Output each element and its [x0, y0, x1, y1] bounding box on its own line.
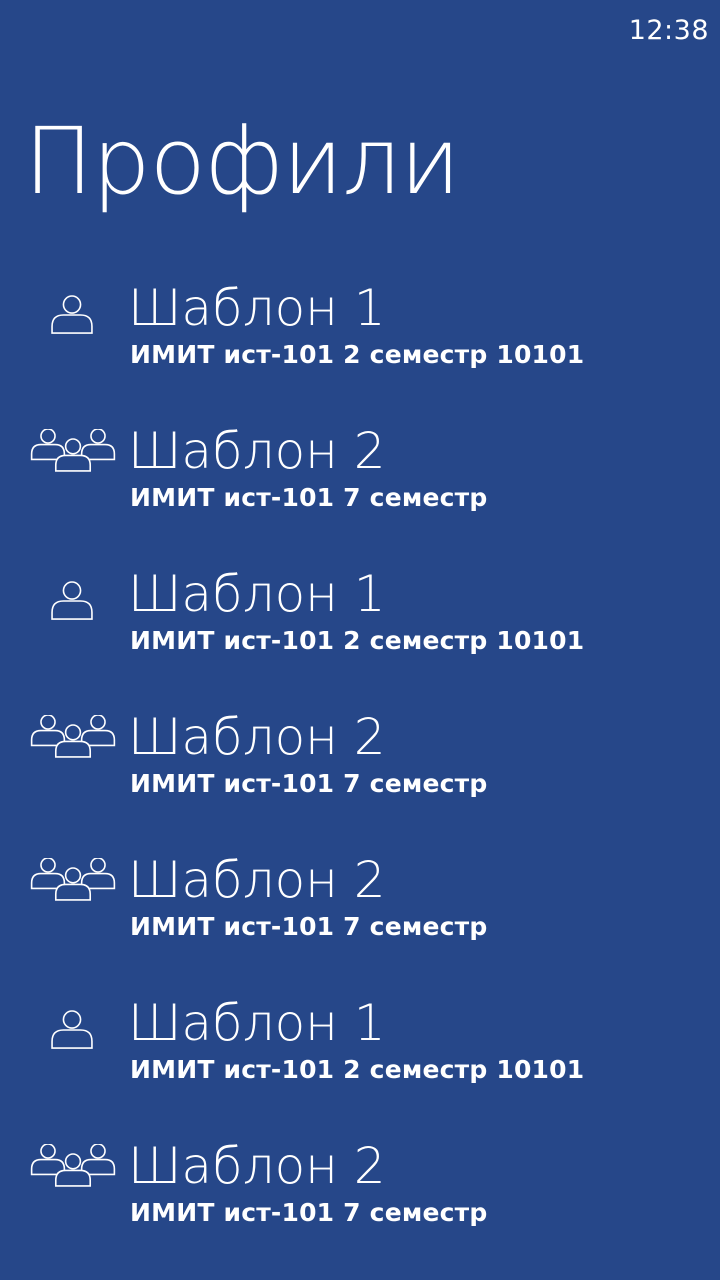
profile-item[interactable]: Шаблон 1 ИМИТ ист-101 2 семестр 10101: [0, 993, 720, 1136]
profile-title: Шаблон 1: [128, 279, 386, 337]
profile-subtitle: ИМИТ ист-101 7 семестр: [130, 769, 488, 798]
profile-subtitle: ИМИТ ист-101 2 семестр 10101: [130, 626, 585, 655]
person-icon: [20, 1001, 124, 1083]
group-icon: [20, 1144, 124, 1226]
profile-subtitle: ИМИТ ист-101 7 семестр: [130, 912, 488, 941]
profile-title: Шаблон 2: [128, 708, 386, 766]
profile-item[interactable]: Шаблон 2 ИМИТ ист-101 7 семестр: [0, 850, 720, 993]
group-icon: [20, 429, 124, 511]
status-bar: 12:38: [0, 0, 720, 64]
profile-item[interactable]: Шаблон 2 ИМИТ ист-101 7 семестр: [0, 1136, 720, 1279]
person-icon: [20, 286, 124, 368]
page-title: Профили: [24, 108, 460, 215]
person-icon: [20, 572, 124, 654]
profile-item[interactable]: Шаблон 1 ИМИТ ист-101 2 семестр 10101: [0, 278, 720, 421]
profile-title: Шаблон 1: [128, 994, 386, 1052]
profile-title: Шаблон 1: [128, 565, 386, 623]
profile-title: Шаблон 2: [128, 851, 386, 909]
group-icon: [20, 715, 124, 797]
profile-title: Шаблон 2: [128, 1137, 386, 1195]
profile-subtitle: ИМИТ ист-101 7 семестр: [130, 1198, 488, 1227]
profile-subtitle: ИМИТ ист-101 2 семестр 10101: [130, 1055, 585, 1084]
profile-subtitle: ИМИТ ист-101 2 семестр 10101: [130, 340, 585, 369]
profile-list: Шаблон 1 ИМИТ ист-101 2 семестр 10101 Ша…: [0, 278, 720, 1279]
group-icon: [20, 858, 124, 940]
profile-item[interactable]: Шаблон 1 ИМИТ ист-101 2 семестр 10101: [0, 564, 720, 707]
profile-item[interactable]: Шаблон 2 ИМИТ ист-101 7 семестр: [0, 421, 720, 564]
profile-item[interactable]: Шаблон 2 ИМИТ ист-101 7 семестр: [0, 707, 720, 850]
profile-title: Шаблон 2: [128, 422, 386, 480]
status-time: 12:38: [628, 15, 709, 46]
profile-subtitle: ИМИТ ист-101 7 семестр: [130, 483, 488, 512]
